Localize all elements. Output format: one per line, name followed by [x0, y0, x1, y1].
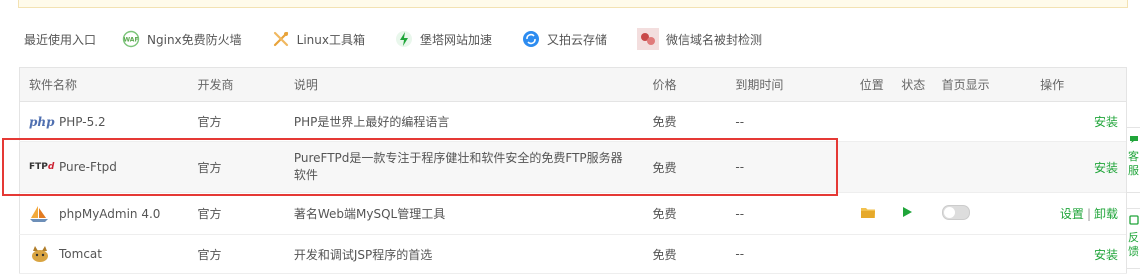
col-header-price[interactable]: 价格	[643, 67, 727, 102]
recent-item-label: Linux工具箱	[296, 32, 365, 47]
software-name: Pure-Ftpd	[59, 160, 117, 174]
vendor-cell: 官方	[188, 101, 285, 142]
status-cell	[892, 141, 933, 193]
position-cell	[850, 101, 893, 142]
table-header-row: 软件名称 开发商 说明 价格 到期时间 位置 状态 首页显示 操作	[19, 67, 1127, 102]
software-name: PHP-5.2	[59, 114, 106, 129]
desc-cell: PHP是世界上最好的编程语言	[284, 101, 644, 142]
position-cell	[850, 141, 893, 193]
expire-cell: --	[726, 141, 851, 193]
col-header-name[interactable]: 软件名称	[19, 67, 189, 102]
price-cell: 免费	[643, 234, 727, 274]
desc-cell: PureFTPd是一款专注于程序健壮和软件安全的免费FTP服务器软件	[284, 141, 644, 193]
recent-item-upyun[interactable]: 又拍云存储	[522, 30, 607, 48]
desc-text: PureFTPd是一款专注于程序健壮和软件安全的免费FTP服务器软件	[293, 151, 623, 182]
home-cell	[932, 101, 1032, 142]
running-play-icon[interactable]	[901, 207, 913, 221]
expire-cell: --	[726, 192, 851, 235]
price-cell: 免费	[643, 101, 727, 142]
col-header-desc: 说明	[284, 67, 644, 102]
php-icon: php	[29, 114, 55, 129]
side-tab-service[interactable]: 客服	[1126, 127, 1140, 193]
expire-cell: --	[726, 101, 851, 142]
recent-item-wechat-check[interactable]: 微信域名被封检测	[637, 28, 762, 50]
settings-link[interactable]: 设置	[1060, 207, 1084, 221]
side-tab-service-label: 客服	[1128, 150, 1139, 177]
recent-item-linux-tools[interactable]: Linux工具箱	[272, 30, 365, 48]
svg-text:WAF: WAF	[123, 37, 138, 44]
tools-icon	[272, 30, 290, 48]
recent-item-label: 堡塔网站加速	[420, 32, 493, 47]
ops-cell: 安装	[1031, 234, 1127, 274]
name-cell: phpMyAdmin 4.0	[19, 192, 189, 235]
name-cell: FTP d Pure-Ftpd	[19, 141, 189, 193]
price-cell: 免费	[643, 141, 727, 193]
name-cell: Tomcat	[19, 234, 189, 274]
side-tab-feedback[interactable]: 反馈	[1126, 208, 1140, 269]
col-header-vendor: 开发商	[188, 67, 285, 102]
col-header-ops: 操作	[1031, 67, 1127, 102]
cloud-sync-icon	[522, 30, 540, 48]
folder-icon[interactable]	[860, 207, 876, 222]
tomcat-icon	[29, 245, 55, 263]
table-row: phpMyAdmin 4.0 官方 著名Web端MySQL管理工具 免费 --	[19, 192, 1127, 235]
ftp-icon: FTP d	[29, 162, 55, 172]
position-cell	[850, 234, 893, 274]
expire-cell: --	[726, 234, 851, 274]
table-row: Tomcat 官方 开发和调试JSP程序的首选 免费 -- 安装	[19, 234, 1127, 274]
ftp-icon-text: FTP	[29, 162, 48, 172]
wechat-check-icon	[637, 28, 660, 50]
recent-item-label: 又拍云存储	[547, 32, 608, 47]
status-cell	[892, 234, 933, 274]
col-header-status: 状态	[892, 67, 933, 102]
recent-entries-bar: 最近使用入口 WAF Nginx免费防火墙 Linux工具箱 堡塔网站加速 又拍…	[24, 26, 792, 52]
home-cell	[932, 141, 1032, 193]
status-cell	[892, 101, 933, 142]
table-row: php PHP-5.2 官方 PHP是世界上最好的编程语言 免费 -- 安装	[19, 101, 1127, 142]
recent-item-label: 微信域名被封检测	[666, 32, 763, 47]
sailboat-icon	[29, 205, 55, 223]
vendor-cell: 官方	[188, 192, 285, 235]
software-name: phpMyAdmin 4.0	[59, 206, 161, 221]
recent-item-label: Nginx免费防火墙	[147, 32, 242, 47]
software-name: Tomcat	[59, 247, 102, 261]
ops-cell: 设置 | 卸载	[1031, 192, 1127, 235]
desc-cell: 著名Web端MySQL管理工具	[284, 192, 644, 235]
recent-item-site-accel[interactable]: 堡塔网站加速	[395, 30, 492, 48]
home-display-toggle[interactable]	[941, 204, 970, 220]
recent-item-nginx-waf[interactable]: WAF Nginx免费防火墙	[122, 30, 242, 48]
side-tab-feedback-label: 反馈	[1128, 231, 1139, 258]
waf-shield-icon: WAF	[122, 30, 140, 48]
install-link[interactable]: 安装	[1094, 161, 1118, 175]
status-cell	[892, 192, 933, 235]
ops-cell: 安装	[1031, 141, 1127, 193]
desc-cell: 开发和调试JSP程序的首选	[284, 234, 644, 274]
vendor-cell: 官方	[188, 234, 285, 274]
vendor-cell: 官方	[188, 141, 285, 193]
col-header-position: 位置	[850, 67, 893, 102]
uninstall-link[interactable]: 卸载	[1094, 207, 1118, 221]
install-link[interactable]: 安装	[1094, 248, 1118, 262]
side-tab-service-icon	[1127, 134, 1140, 148]
software-table: 软件名称 开发商 说明 价格 到期时间 位置 状态 首页显示 操作 php PH…	[19, 67, 1127, 274]
lightning-icon	[395, 30, 413, 48]
position-cell	[850, 192, 893, 235]
side-tab-feedback-icon	[1127, 215, 1140, 229]
notice-banner	[18, 0, 1128, 8]
ops-separator: |	[1086, 207, 1091, 221]
name-cell: php PHP-5.2	[19, 101, 189, 142]
price-cell: 免费	[643, 192, 727, 235]
col-header-expire[interactable]: 到期时间	[726, 67, 851, 102]
home-cell	[932, 234, 1032, 274]
table-row: FTP d Pure-Ftpd 官方 PureFTPd是一款专注于程序健壮和软件安…	[19, 141, 1127, 193]
recent-entries-label: 最近使用入口	[24, 32, 97, 47]
ftp-icon-suffix: d	[47, 162, 55, 172]
ops-cell: 安装	[1031, 101, 1127, 142]
install-link[interactable]: 安装	[1094, 115, 1118, 129]
home-cell	[932, 192, 1032, 235]
col-header-home: 首页显示	[932, 67, 1032, 102]
